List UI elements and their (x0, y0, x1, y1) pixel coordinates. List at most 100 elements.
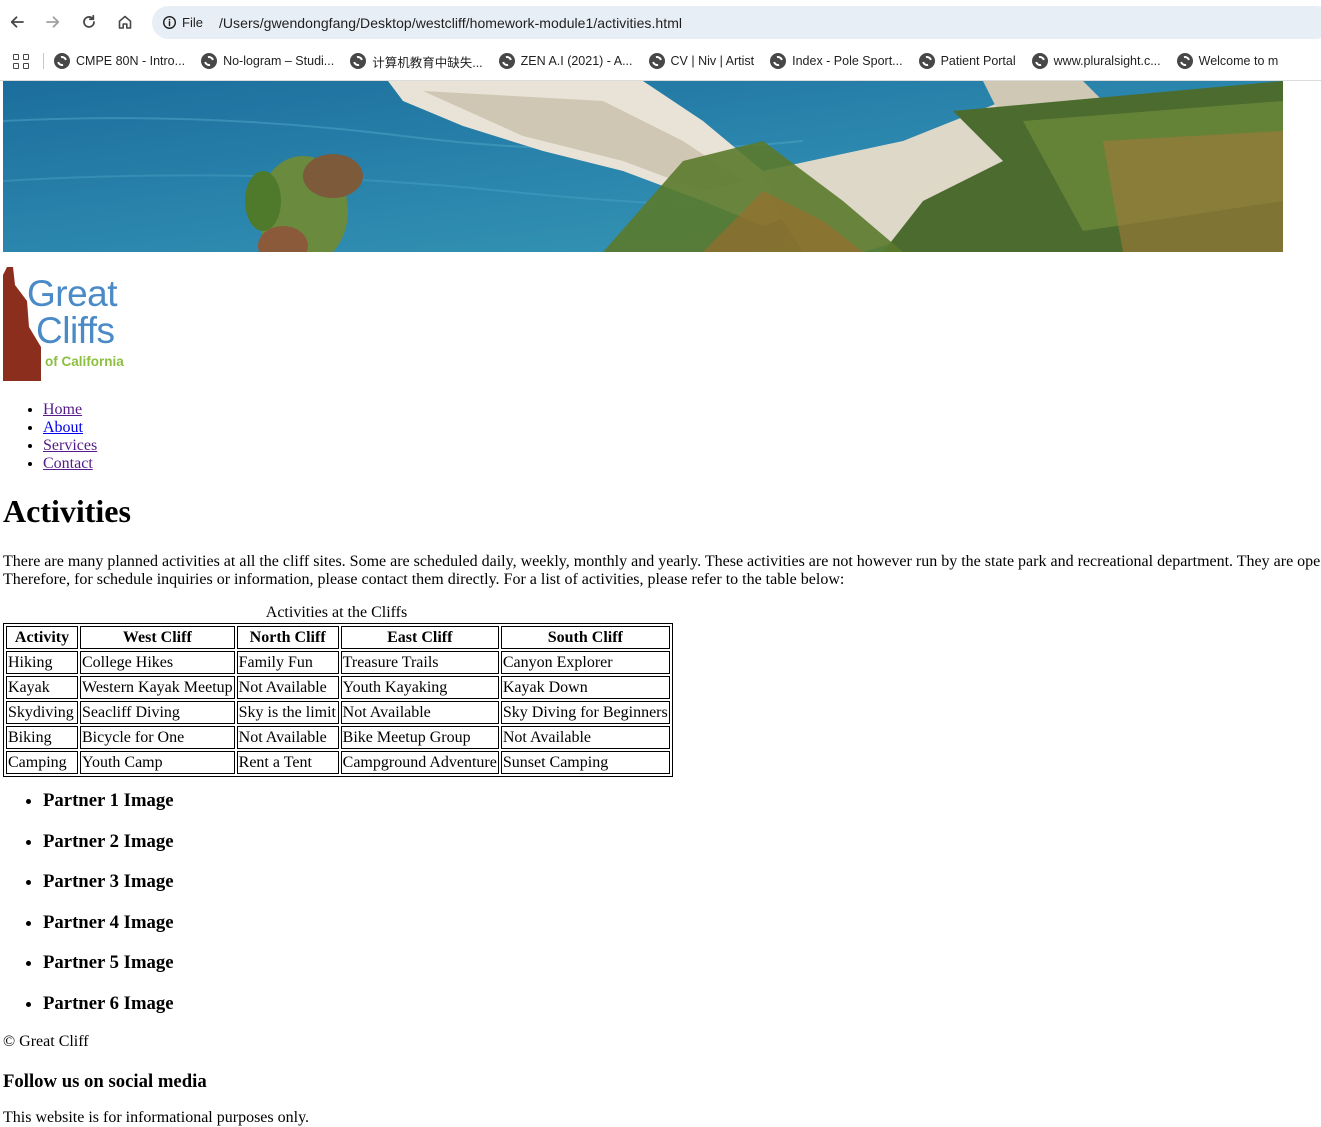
globe-icon (1031, 53, 1048, 69)
globe-icon (498, 53, 515, 69)
globe-icon (54, 53, 70, 69)
table-row: Kayak Western Kayak Meetup Not Available… (6, 676, 670, 699)
table-cell: Camping (6, 751, 78, 774)
table-header-row: Activity West Cliff North Cliff East Cli… (6, 626, 670, 649)
table-cell: Not Available (340, 701, 499, 724)
bookmark-label: www.pluralsight.c... (1053, 54, 1161, 68)
table-cell: Not Available (500, 726, 670, 749)
partners-list: Partner 1 Image Partner 2 Image Partner … (0, 785, 174, 1029)
forward-arrow-icon (46, 16, 60, 28)
activities-table: Activity West Cliff North Cliff East Cli… (3, 623, 673, 777)
bookmark-item[interactable]: Patient Portal (918, 53, 1016, 69)
reload-icon (83, 14, 95, 28)
intro-line-1: There are many planned activities at all… (3, 553, 1321, 570)
globe-icon (648, 53, 665, 69)
table-cell: Treasure Trails (340, 651, 499, 674)
url-text[interactable]: /Users/gwendongfang/Desktop/westcliff/ho… (219, 15, 682, 31)
browser-toolbar: File /Users/gwendongfang/Desktop/westcli… (0, 0, 1321, 44)
nav-link-services[interactable]: Services (43, 437, 97, 454)
partner-item: Partner 2 Image (43, 826, 174, 867)
nav-link-home[interactable]: Home (43, 401, 82, 418)
reload-button[interactable] (77, 10, 101, 34)
globe-icon (350, 53, 367, 69)
bookmark-item[interactable]: CMPE 80N - Intro... (54, 53, 185, 69)
partner-item: Partner 6 Image (43, 988, 174, 1029)
table-row: Skydiving Seacliff Diving Sky is the lim… (6, 701, 670, 724)
nav-link-contact[interactable]: Contact (43, 455, 93, 472)
bookmark-item[interactable]: www.pluralsight.c... (1031, 53, 1161, 69)
bookmark-item[interactable]: 计算机教育中缺失... (350, 52, 483, 71)
footer-copyright: © Great Cliff (3, 1033, 89, 1050)
site-logo[interactable]: Great Cliffs of California (3, 267, 125, 382)
back-arrow-icon (10, 16, 24, 28)
bookmark-label: 计算机教育中缺失... (372, 55, 483, 70)
table-cell: Skydiving (6, 701, 78, 724)
apps-grid-icon[interactable] (11, 51, 31, 71)
globe-icon (201, 53, 218, 69)
bookmark-item[interactable]: ZEN A.I (2021) - A... (498, 53, 633, 69)
nav-item-services: Services (43, 437, 97, 455)
header-banner-image (3, 81, 1283, 252)
bookmark-item[interactable]: Index - Pole Sport... (770, 53, 903, 69)
home-button[interactable] (113, 10, 137, 34)
table-cell: Hiking (6, 651, 78, 674)
partner-item: Partner 5 Image (43, 947, 174, 988)
bookmark-label: Index - Pole Sport... (792, 54, 903, 68)
table-cell: Sunset Camping (500, 751, 670, 774)
globe-icon (770, 53, 787, 69)
partner-item: Partner 1 Image (43, 785, 174, 826)
main-nav: Home About Services Contact (0, 401, 97, 473)
table-cell: Campground Adventure (340, 751, 499, 774)
nav-item-about: About (43, 419, 97, 437)
table-cell: Canyon Explorer (500, 651, 670, 674)
bookmark-item[interactable]: CV | Niv | Artist (648, 53, 755, 69)
header-cell: North Cliff (236, 626, 339, 649)
home-icon (118, 15, 132, 29)
bookmarks-bar: CMPE 80N - Intro... No-logram – Studi...… (0, 44, 1321, 78)
footer-disclaimer: This website is for informational purpos… (3, 1109, 310, 1126)
intro-paragraph: There are many planned activities at all… (3, 553, 1321, 589)
table-cell: Not Available (236, 676, 339, 699)
globe-icon (918, 53, 935, 69)
table-caption: Activities at the Cliffs (265, 604, 408, 621)
table-cell: Youth Kayaking (340, 676, 499, 699)
logo-text-cliffs: Cliffs (36, 310, 115, 351)
bookmark-label: ZEN A.I (2021) - A... (520, 54, 633, 68)
nav-item-home: Home (43, 401, 97, 419)
bookmark-item[interactable]: Welcome to m (1176, 53, 1278, 69)
address-bar[interactable]: File /Users/gwendongfang/Desktop/westcli… (152, 6, 1321, 39)
forward-button[interactable] (41, 10, 65, 34)
intro-line-2: Therefore, for schedule inquiries or inf… (3, 571, 845, 588)
social-media-heading: Follow us on social media (3, 1071, 207, 1092)
header-cell: West Cliff (80, 626, 235, 649)
table-cell: Youth Camp (80, 751, 235, 774)
site-info-label: File (182, 15, 203, 30)
bookmarks-separator (43, 53, 44, 69)
header-cell: Activity (6, 626, 78, 649)
table-cell: Sky is the limit (236, 701, 339, 724)
table-cell: Western Kayak Meetup (80, 676, 235, 699)
table-cell: Bike Meetup Group (340, 726, 499, 749)
table-cell: Seacliff Diving (80, 701, 235, 724)
site-info-chip[interactable]: File (160, 10, 213, 35)
table-row: Hiking College Hikes Family Fun Treasure… (6, 651, 670, 674)
table-cell: Not Available (236, 726, 339, 749)
partner-item: Partner 3 Image (43, 866, 174, 907)
bookmark-item[interactable]: No-logram – Studi... (201, 53, 334, 69)
logo-text-great: Great (27, 273, 118, 314)
partner-item: Partner 4 Image (43, 907, 174, 948)
table-cell: Biking (6, 726, 78, 749)
bookmark-label: CV | Niv | Artist (670, 54, 755, 68)
table-cell: College Hikes (80, 651, 235, 674)
header-cell: East Cliff (340, 626, 499, 649)
page-title: Activities (3, 493, 131, 529)
table-cell: Family Fun (236, 651, 339, 674)
table-cell: Kayak (6, 676, 78, 699)
header-cell: South Cliff (500, 626, 670, 649)
table-cell: Kayak Down (500, 676, 670, 699)
table-cell: Rent a Tent (236, 751, 339, 774)
bookmark-label: Patient Portal (940, 54, 1016, 68)
nav-link-about[interactable]: About (43, 419, 83, 436)
back-button[interactable] (5, 10, 29, 34)
bookmark-label: No-logram – Studi... (223, 54, 335, 68)
